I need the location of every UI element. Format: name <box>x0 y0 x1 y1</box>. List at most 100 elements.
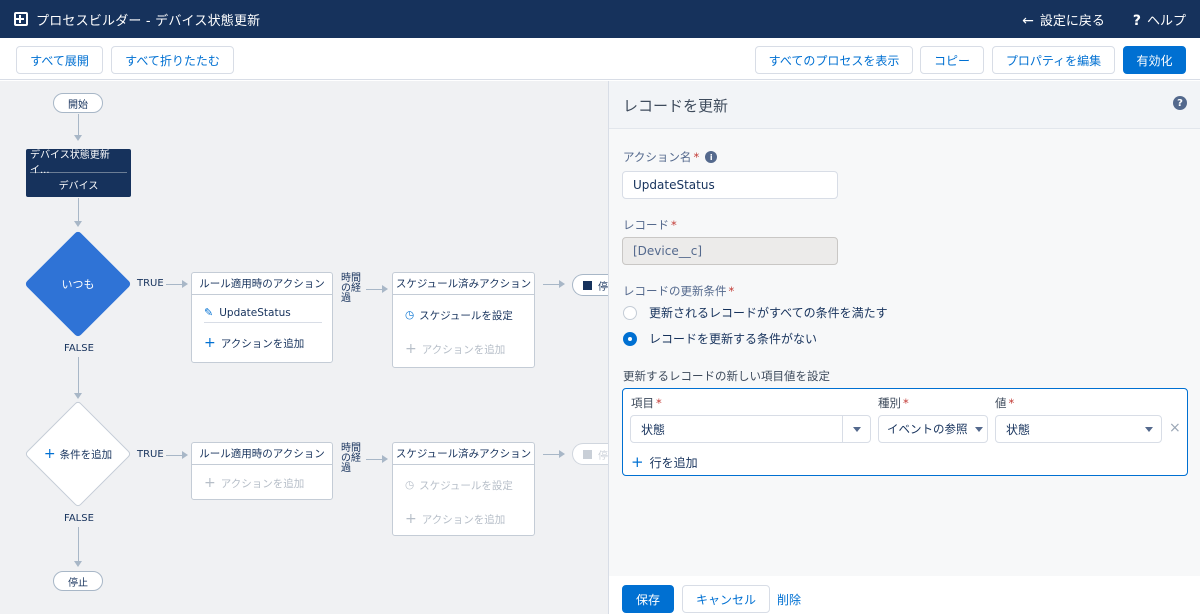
view-all-processes-button[interactable]: すべてのプロセスを表示 <box>755 46 913 74</box>
connector-arrow <box>182 280 188 288</box>
type-select[interactable]: イベントの参照 <box>878 415 988 443</box>
back-to-setup-link[interactable]: ← 設定に戻る <box>1022 10 1105 29</box>
required-mark: * <box>903 396 909 410</box>
question-icon: ? <box>1132 12 1141 29</box>
object-node[interactable]: デバイス状態更新イ... デバイス <box>26 149 131 197</box>
pencil-icon: ✎ <box>204 306 214 319</box>
plus-icon: + <box>43 446 56 462</box>
plus-icon: + <box>204 335 216 351</box>
expand-all-button[interactable]: すべて展開 <box>16 46 103 74</box>
connector-arrow <box>74 135 82 141</box>
connector <box>78 527 79 563</box>
immediate-actions-card: ルール適用時のアクション ✎ UpdateStatus + アクションを追加 <box>191 272 333 363</box>
col-value-header: 値 * <box>995 396 1015 410</box>
radio-button-checked[interactable] <box>623 331 637 346</box>
copy-button[interactable]: コピー <box>920 46 984 74</box>
end-node: 停 <box>572 274 608 296</box>
connector-arrow <box>559 280 565 288</box>
add-action-button-disabled: + アクションを追加 <box>204 475 305 491</box>
field-select[interactable]: 状態 <box>630 415 871 443</box>
action-item-updatestatus[interactable]: ✎ UpdateStatus <box>204 303 322 323</box>
connector-arrow <box>182 451 188 459</box>
scheduled-actions-header: スケジュール済みアクション <box>393 443 534 465</box>
set-schedule-disabled: ◷ スケジュールを設定 <box>405 479 513 492</box>
scheduled-actions-card: スケジュール済みアクション ◷ スケジュールを設定 + アクションを追加 <box>392 272 535 368</box>
end-node-disabled: 停 <box>572 443 608 465</box>
chevron-down-icon <box>975 427 983 432</box>
connector-arrow <box>559 450 565 458</box>
toolbar: すべて展開 すべて折りたたむ すべてのプロセスを表示 コピー プロパティを編集 … <box>0 38 1200 80</box>
connector-arrow <box>74 221 82 227</box>
record-label: レコード * <box>623 218 677 232</box>
true-label: TRUE <box>137 278 164 289</box>
immediate-actions-header: ルール適用時のアクション <box>192 443 332 465</box>
stop-square-icon <box>583 280 592 290</box>
plus-icon: + <box>405 511 417 527</box>
info-icon[interactable]: i <box>705 151 718 163</box>
save-button[interactable]: 保存 <box>622 585 674 613</box>
value-select[interactable]: 状態 <box>995 415 1162 443</box>
field-values-box: 項目 * 種別 * 値 * 状態 イベントの参照 状態 × + 行を追加 <box>622 388 1188 476</box>
plus-icon: + <box>631 453 644 471</box>
time-label-line: 過 <box>341 293 351 304</box>
col-field-header: 項目 * <box>631 396 662 410</box>
required-mark: * <box>671 218 677 232</box>
add-row-button[interactable]: + 行を追加 <box>631 453 698 471</box>
criteria-label: いつも <box>61 278 95 291</box>
record-update-panel: レコードを更新 ? アクション名 * i UpdateStatus レコード * [D… <box>608 81 1200 614</box>
required-mark: * <box>656 396 662 410</box>
set-field-values-label: 更新するレコードの新しい項目値を設定 <box>623 369 830 383</box>
clock-icon: ◷ <box>405 309 415 321</box>
connector <box>78 357 79 395</box>
help-link[interactable]: ? ヘルプ <box>1133 10 1186 29</box>
title-bar: プロセスビルダー - デバイス状態更新 ← 設定に戻る ? ヘルプ <box>0 0 1200 38</box>
radio-all-conditions[interactable]: 更新されるレコードがすべての条件を満たす <box>623 304 888 321</box>
page-title: プロセスビルダー - デバイス状態更新 <box>36 13 261 29</box>
connector-arrow <box>382 455 388 463</box>
panel-title: レコードを更新 <box>623 97 729 115</box>
edit-properties-button[interactable]: プロパティを編集 <box>992 46 1115 74</box>
object-node-name: デバイス状態更新イ... <box>30 149 127 176</box>
required-mark: * <box>693 150 700 164</box>
chevron-down-icon <box>1145 427 1153 432</box>
set-schedule-button[interactable]: ◷ スケジュールを設定 <box>405 305 513 325</box>
dropdown-toggle[interactable] <box>842 416 870 442</box>
panel-footer: 保存 キャンセル 削除 <box>609 576 1200 614</box>
time-elapsed-label: 時間 の経 過 <box>341 444 363 474</box>
collapse-all-button[interactable]: すべて折りたたむ <box>111 46 234 74</box>
add-criteria-label: + 条件を追加 <box>43 446 113 462</box>
add-scheduled-action-button[interactable]: + アクションを追加 <box>405 339 505 359</box>
immediate-actions-card-disabled: ルール適用時のアクション + アクションを追加 <box>191 442 333 500</box>
add-action-button[interactable]: + アクションを追加 <box>204 333 304 353</box>
action-name-input[interactable]: UpdateStatus <box>622 171 838 199</box>
process-canvas: 開始 デバイス状態更新イ... デバイス いつも TRUE FALSE ルール適… <box>0 81 608 614</box>
connector <box>78 198 79 222</box>
activate-button[interactable]: 有効化 <box>1123 46 1186 74</box>
time-label-line: 過 <box>341 463 351 474</box>
false-label: FALSE <box>64 513 94 524</box>
plus-icon: + <box>405 341 417 357</box>
stop-node: 停止 <box>53 571 103 591</box>
arrow-left-icon: ← <box>1022 12 1034 29</box>
add-scheduled-action-disabled: + アクションを追加 <box>405 511 506 527</box>
object-node-type: デバイス <box>58 180 99 192</box>
immediate-actions-header: ルール適用時のアクション <box>192 273 332 295</box>
radio-button[interactable] <box>623 305 637 320</box>
col-type-header: 種別 * <box>878 396 909 410</box>
stop-square-icon <box>583 449 592 459</box>
radio-no-conditions[interactable]: レコードを更新する条件がない <box>623 330 817 347</box>
false-label: FALSE <box>64 343 94 354</box>
connector-arrow <box>74 561 82 567</box>
start-node: 開始 <box>53 93 103 113</box>
delete-link[interactable]: 削除 <box>777 591 801 608</box>
record-input: [Device__c] <box>622 237 838 265</box>
plus-icon: + <box>204 475 216 491</box>
chevron-down-icon <box>853 427 861 432</box>
cancel-button[interactable]: キャンセル <box>682 585 770 613</box>
required-mark: * <box>728 284 735 298</box>
update-criteria-label: レコードの更新条件 * <box>623 284 735 298</box>
connector-arrow <box>74 393 82 399</box>
help-icon[interactable]: ? <box>1173 96 1187 110</box>
remove-row-icon[interactable]: × <box>1169 420 1181 436</box>
scheduled-actions-card-disabled: スケジュール済みアクション ◷ スケジュールを設定 + アクションを追加 <box>392 442 535 536</box>
